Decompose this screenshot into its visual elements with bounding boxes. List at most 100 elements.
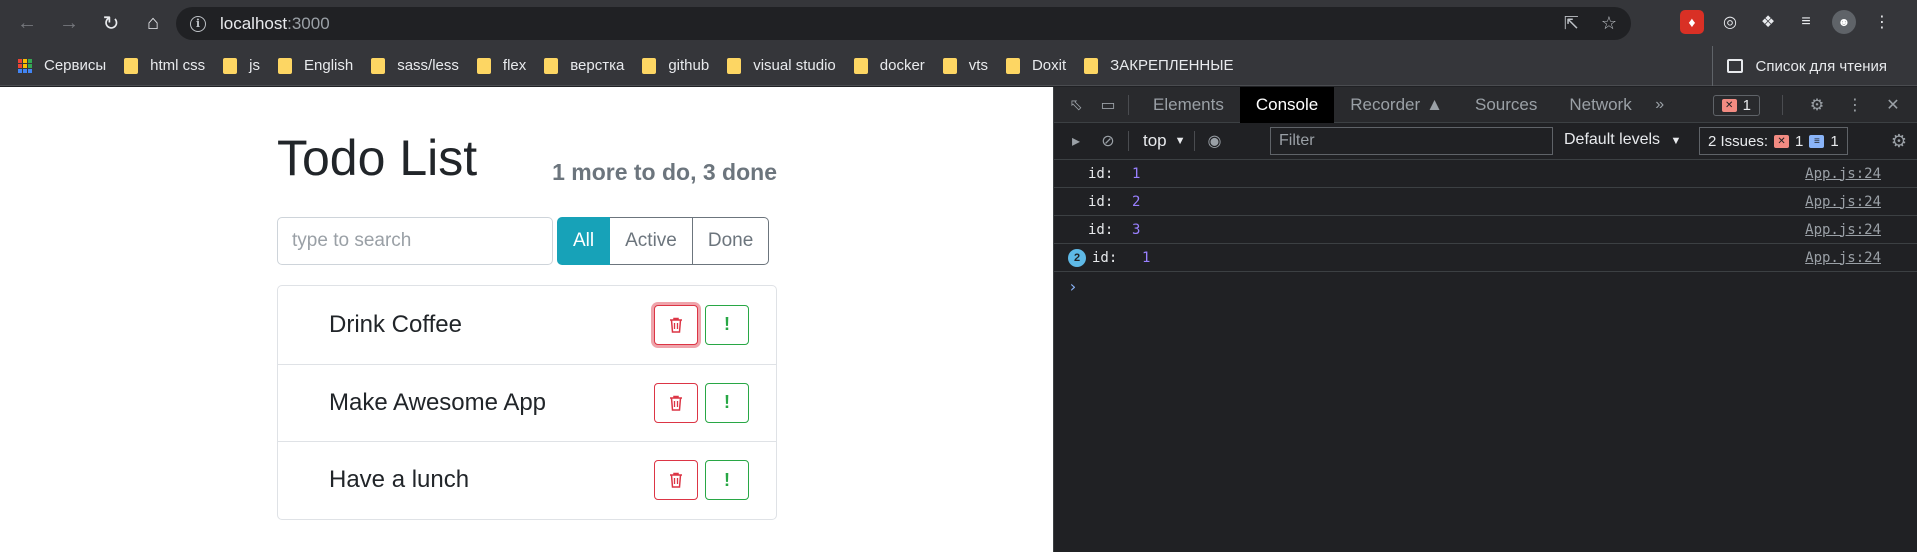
issues-error-count: 1 [1795, 132, 1804, 150]
folder-icon [727, 57, 742, 74]
address-bar[interactable]: i localhost:3000 ⇱ ☆ [176, 7, 1631, 40]
important-button[interactable]: ! [705, 382, 749, 423]
share-icon[interactable]: ⇱ [1564, 13, 1579, 34]
back-arrow-icon[interactable]: ← [12, 8, 42, 38]
bookmark-item[interactable]: Doxit [1005, 57, 1066, 74]
filter-all-button[interactable]: All [557, 217, 611, 265]
folder-icon [853, 57, 868, 74]
log-key: id: [1088, 165, 1114, 182]
todo-app: Todo List 1 more to do, 3 done All Activ… [277, 87, 777, 520]
context-select[interactable]: top ▼ [1143, 131, 1186, 151]
log-value: 1 [1132, 165, 1141, 182]
list-item: Drink Coffee ! [278, 286, 776, 364]
bookmark-item[interactable]: Сервисы [18, 57, 106, 74]
delete-button[interactable] [654, 304, 698, 345]
tab-recorder[interactable]: Recorder ▲ [1334, 87, 1459, 123]
trash-icon [670, 317, 682, 333]
important-button[interactable]: ! [705, 460, 749, 501]
more-tabs-icon[interactable]: » [1648, 93, 1672, 117]
exclamation-icon: ! [724, 469, 730, 490]
todo-list: Drink Coffee ! Make Awesome App ! Have a… [277, 285, 777, 520]
site-info-icon[interactable]: i [190, 15, 206, 32]
settings-gear-icon[interactable]: ⚙ [1805, 93, 1829, 117]
bookmark-item[interactable]: верстка [544, 57, 624, 74]
bookmark-item[interactable]: html css [124, 57, 205, 74]
console-log: id: 1 App.js:24 id: 2 App.js:24 id: 3 Ap… [1054, 160, 1917, 300]
filter-done-button[interactable]: Done [692, 217, 770, 265]
issues-counter[interactable]: 2 Issues: ✕ 1 ≡ 1 [1699, 127, 1848, 155]
extension-target-icon[interactable]: ◎ [1718, 10, 1742, 34]
bookmark-item[interactable]: vts [942, 57, 988, 74]
forward-arrow-icon[interactable]: → [54, 8, 84, 38]
log-source-link[interactable]: App.js:24 [1805, 222, 1881, 238]
media-queue-icon[interactable]: ≡ [1794, 10, 1818, 34]
bookmark-item[interactable]: ЗАКРЕПЛЕННЫЕ [1084, 57, 1234, 74]
console-filter-input[interactable]: Filter [1270, 127, 1553, 155]
home-icon[interactable]: ⌂ [138, 8, 168, 38]
apps-grid-icon [18, 58, 32, 73]
live-expression-eye-icon[interactable]: ◉ [1203, 129, 1227, 153]
bookmark-item[interactable]: docker [853, 57, 925, 74]
extension-red-icon[interactable]: ♦ [1680, 10, 1704, 34]
trash-icon [670, 395, 682, 411]
tab-console[interactable]: Console [1239, 86, 1335, 123]
dropdown-caret-icon: ▼ [1670, 135, 1682, 147]
delete-button[interactable] [654, 460, 698, 501]
tab-elements[interactable]: Elements [1137, 87, 1240, 123]
extensions-puzzle-icon[interactable]: ❖ [1756, 10, 1780, 34]
console-message: id: 1 App.js:24 [1054, 160, 1917, 188]
bookmark-label: js [249, 57, 261, 74]
devtools-menu-icon[interactable]: ⋮ [1843, 93, 1867, 117]
profile-avatar[interactable]: ☻ [1832, 10, 1856, 34]
url-port: :3000 [287, 13, 330, 33]
error-counter[interactable]: ✕ 1 [1712, 94, 1760, 116]
bookmark-star-icon[interactable]: ☆ [1601, 13, 1617, 34]
filter-active-button[interactable]: Active [610, 217, 693, 265]
log-levels-select[interactable]: Default levels ▼ [1564, 131, 1681, 149]
bookmark-item[interactable]: js [223, 57, 260, 74]
error-icon: ✕ [1721, 98, 1737, 112]
bookmark-item[interactable]: sass/less [371, 57, 459, 74]
tab-sources[interactable]: Sources [1459, 87, 1553, 123]
prompt-chevron-icon: › [1068, 276, 1078, 296]
device-toolbar-icon[interactable]: ▭ [1096, 93, 1120, 117]
log-value: 3 [1132, 221, 1141, 238]
console-prompt[interactable]: › [1054, 272, 1917, 300]
tab-divider [1782, 95, 1783, 115]
log-source-link[interactable]: App.js:24 [1805, 194, 1881, 210]
folder-icon [124, 57, 139, 74]
kebab-menu-icon[interactable]: ⋮ [1870, 10, 1894, 34]
exclamation-icon: ! [724, 392, 730, 413]
inspect-element-icon[interactable]: ⬁ [1064, 93, 1088, 117]
important-button[interactable]: ! [705, 304, 749, 345]
log-source-link[interactable]: App.js:24 [1805, 166, 1881, 182]
error-count: 1 [1742, 96, 1751, 114]
bookmark-item[interactable]: English [278, 57, 353, 74]
search-input[interactable] [277, 217, 553, 265]
tab-network[interactable]: Network [1553, 87, 1647, 123]
delete-button[interactable] [654, 382, 698, 423]
reload-icon[interactable]: ↻ [96, 8, 126, 38]
reading-list-icon [1727, 59, 1744, 73]
bookmark-item[interactable]: github [642, 57, 709, 74]
todo-label[interactable]: Drink Coffee [329, 311, 462, 339]
bookmark-item[interactable]: visual studio [727, 57, 836, 74]
reading-list-button[interactable]: Список для чтения [1712, 46, 1887, 86]
todo-label[interactable]: Make Awesome App [329, 389, 546, 417]
bookmark-label: sass/less [397, 57, 459, 74]
console-settings-gear-icon[interactable]: ⚙ [1891, 131, 1907, 152]
list-item: Have a lunch ! [278, 441, 776, 519]
sidebar-toggle-icon[interactable]: ▸ [1064, 129, 1088, 153]
log-key: id: [1088, 221, 1114, 238]
log-source-link[interactable]: App.js:24 [1805, 250, 1881, 266]
console-message: id: 2 App.js:24 [1054, 188, 1917, 216]
bookmark-item[interactable]: flex [476, 57, 526, 74]
status-filter: All Active Done [557, 217, 770, 265]
bookmark-label: ЗАКРЕПЛЕННЫЕ [1110, 57, 1234, 74]
close-devtools-icon[interactable]: ✕ [1881, 93, 1905, 117]
flask-icon: ▲ [1426, 94, 1443, 114]
page-viewport: Todo List 1 more to do, 3 done All Activ… [0, 87, 1053, 552]
clear-console-icon[interactable]: ⊘ [1096, 129, 1120, 153]
todo-label[interactable]: Have a lunch [329, 466, 469, 494]
devtools-tabbar: ⬁ ▭ Elements Console Recorder ▲ Sources N… [1054, 86, 1917, 123]
